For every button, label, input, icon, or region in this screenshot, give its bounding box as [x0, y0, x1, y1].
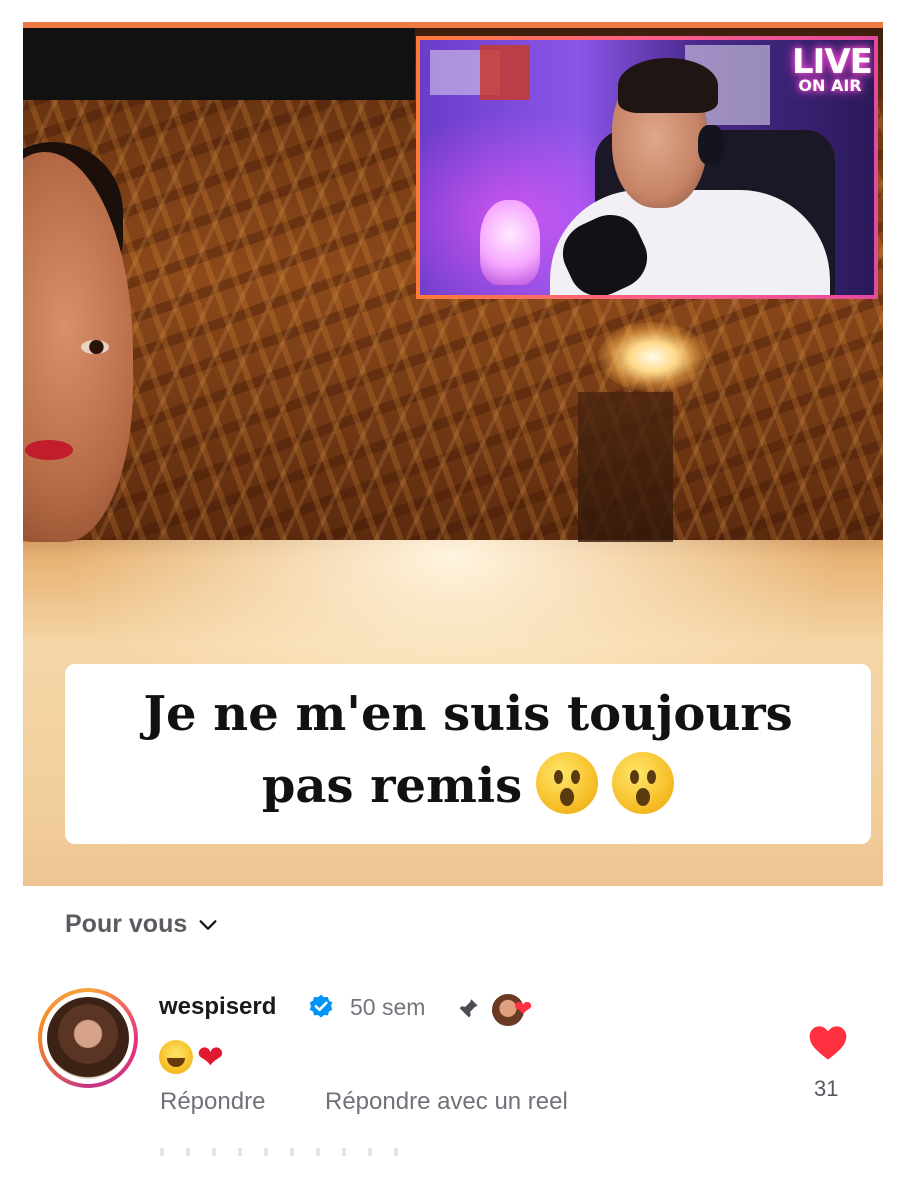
webcam-bear-lamp [480, 200, 540, 285]
comment-timestamp: 50 sem [350, 994, 426, 1020]
for-you-dropdown[interactable]: Pour vous [65, 910, 219, 939]
streamer-hair [618, 58, 718, 113]
comment-avatar[interactable] [38, 988, 138, 1088]
verified-badge-icon [309, 994, 333, 1018]
face-with-tears-of-joy-icon [159, 1040, 193, 1074]
comment-text: ❤ [159, 1038, 224, 1076]
reel-video[interactable]: LIVE ON AIR Je ne m'en suis toujours pas… [23, 22, 883, 886]
chevron-down-icon [199, 919, 217, 930]
for-you-label: Pour vous [65, 910, 188, 938]
webcam-poster [480, 45, 530, 100]
comment-username[interactable]: wespiserd [159, 993, 276, 1021]
live-sign-line1: LIVE [792, 42, 873, 82]
like-count: 31 [814, 1076, 839, 1101]
torch-post [578, 392, 673, 542]
video-black-bar [23, 28, 415, 100]
live-sign-line2: ON AIR [798, 76, 862, 96]
torch-flame [598, 322, 708, 392]
woman-eye [81, 340, 109, 354]
reply-with-reel-button[interactable]: Répondre avec un reel [325, 1088, 568, 1116]
reply-button[interactable]: Répondre [160, 1088, 265, 1116]
red-heart-icon: ❤ [197, 1039, 224, 1075]
heart-like-icon[interactable] [808, 1024, 848, 1062]
caption-line-2-text: pas remis [261, 758, 523, 814]
woman-lips [25, 440, 73, 460]
creator-heart-icon: ❤ [514, 996, 533, 1021]
caption-line-1: Je ne m'en suis toujours [143, 686, 793, 742]
astonished-face-icon [536, 752, 599, 814]
video-caption: Je ne m'en suis toujours pas remis [65, 664, 871, 844]
caption-line-2: pas remis [65, 750, 871, 822]
streamer-webcam-overlay: LIVE ON AIR [416, 36, 878, 299]
astonished-face-icon [612, 752, 675, 814]
live-on-air-sign: LIVE ON AIR [792, 42, 873, 96]
avatar-photo [47, 997, 129, 1079]
pin-icon [458, 999, 478, 1019]
next-comment-faded [160, 1148, 420, 1156]
headphones-icon [698, 125, 724, 165]
